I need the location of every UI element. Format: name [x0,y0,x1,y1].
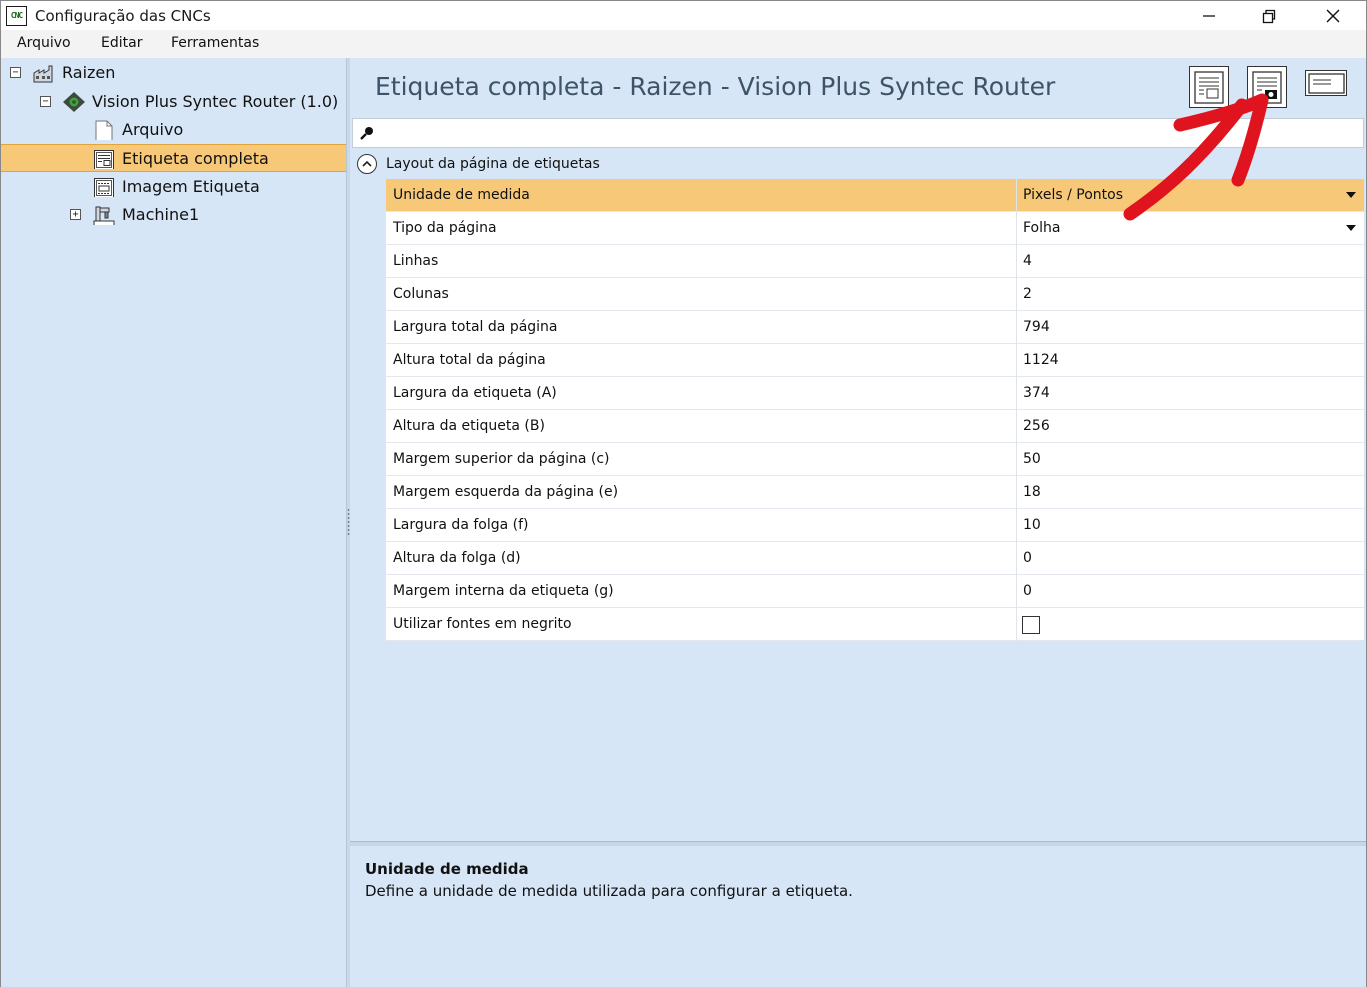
property-value-input[interactable]: 18 [1023,484,1041,500]
minimize-button[interactable] [1179,1,1239,31]
property-row[interactable]: Utilizar fontes em negrito [386,608,1364,641]
property-value-input[interactable]: 794 [1023,319,1050,335]
tree-item-label: Imagem Etiqueta [122,177,260,196]
property-search-bar[interactable] [352,118,1364,148]
category-label: Layout da página de etiquetas [386,156,600,172]
property-row[interactable]: Colunas 2 [386,278,1364,311]
tree-item-imagem-etiqueta[interactable]: Imagem Etiqueta [1,173,346,201]
property-name: Colunas [393,286,449,302]
property-value-input[interactable]: 2 [1023,286,1032,302]
description-panel: Unidade de medida Define a unidade de me… [350,846,1366,987]
single-label-button[interactable] [1305,70,1347,96]
grid-gutter [352,149,386,633]
property-value-select[interactable]: Pixels / Pontos [1023,187,1123,203]
property-row[interactable]: Unidade de medida Pixels / Pontos [386,179,1364,212]
property-name: Linhas [393,253,439,269]
expand-icon[interactable]: + [70,209,81,220]
property-value-input[interactable]: 256 [1023,418,1050,434]
app-icon: CNC [6,6,27,26]
property-name: Margem superior da página (c) [393,451,610,467]
property-value-input[interactable]: 50 [1023,451,1041,467]
label-image-icon [94,178,114,197]
label-image-capture-button[interactable] [1247,66,1287,108]
property-name: Unidade de medida [393,187,530,203]
tree-item-label: Raizen [62,63,116,82]
property-row[interactable]: Margem interna da etiqueta (g) 0 [386,575,1364,608]
tree-item-arquivo[interactable]: Arquivo [1,116,346,144]
config-tree: − Raizen − Vision Plus Syntec Router (1.… [0,58,347,987]
category-header[interactable]: Layout da página de etiquetas [352,149,1364,179]
window-title: Configuração das CNCs [35,7,211,25]
property-name: Tipo da página [393,220,497,236]
property-row[interactable]: Altura da folga (d) 0 [386,542,1364,575]
tree-item-label: Etiqueta completa [122,149,269,168]
property-value-input[interactable]: 10 [1023,517,1041,533]
property-value-input[interactable]: 0 [1023,550,1032,566]
document-icon [95,120,113,140]
property-name: Altura da folga (d) [393,550,521,566]
property-name: Largura da folga (f) [393,517,529,533]
tree-item-raizen[interactable]: − Raizen [1,59,346,87]
description-text: Define a unidade de medida utilizada par… [365,882,853,900]
close-icon [1326,9,1340,23]
property-row[interactable]: Linhas 4 [386,245,1364,278]
menu-arquivo[interactable]: Arquivo [17,35,71,51]
collapse-category-icon[interactable] [357,154,377,174]
label-image-capture-icon [1252,71,1282,104]
page-title: Etiqueta completa - Raizen - Vision Plus… [375,72,1056,101]
dropdown-arrow-icon[interactable] [1346,225,1356,231]
full-label-layout-button[interactable] [1189,66,1229,108]
collapse-icon[interactable]: − [40,96,51,107]
minimize-icon [1203,15,1215,17]
tree-item-label: Arquivo [122,120,184,139]
restore-icon [1262,9,1276,24]
factory-icon [33,65,53,83]
property-name: Largura total da página [393,319,558,335]
tree-item-label: Machine1 [122,205,200,224]
properties-panel: Etiqueta completa - Raizen - Vision Plus… [350,58,1367,987]
search-icon [360,127,373,140]
restore-button[interactable] [1239,1,1299,31]
property-row[interactable]: Altura total da página 1124 [386,344,1364,377]
property-row[interactable]: Margem superior da página (c) 50 [386,443,1364,476]
menu-ferramentas[interactable]: Ferramentas [171,35,259,51]
property-value-input[interactable]: 374 [1023,385,1050,401]
property-row[interactable]: Largura total da página 794 [386,311,1364,344]
property-row[interactable]: Altura da etiqueta (B) 256 [386,410,1364,443]
property-row[interactable]: Largura da etiqueta (A) 374 [386,377,1364,410]
close-button[interactable] [1303,1,1363,31]
tree-item-etiqueta-completa[interactable]: Etiqueta completa [1,144,346,172]
property-grid: Layout da página de etiquetas Unidade de… [352,149,1364,641]
property-row[interactable]: Margem esquerda da página (e) 18 [386,476,1364,509]
property-value-select[interactable]: Folha [1023,220,1060,236]
tree-item-label: Vision Plus Syntec Router (1.0) [92,92,339,111]
title-bar: CNC Configuração das CNCs [0,0,1367,30]
property-value-input[interactable]: 0 [1023,583,1032,599]
full-label-layout-icon [1194,71,1224,104]
property-name: Margem interna da etiqueta (g) [393,583,614,599]
tree-item-vision-plus[interactable]: − Vision Plus Syntec Router (1.0) [1,88,346,116]
dropdown-arrow-icon[interactable] [1346,192,1356,198]
property-name: Largura da etiqueta (A) [393,385,557,401]
property-name: Altura total da página [393,352,546,368]
property-value-input[interactable]: 1124 [1023,352,1059,368]
property-row[interactable]: Largura da folga (f) 10 [386,509,1364,542]
menu-editar[interactable]: Editar [101,35,142,51]
property-row[interactable]: Tipo da página Folha [386,212,1364,245]
collapse-icon[interactable]: − [10,67,21,78]
machine-icon [93,206,115,225]
label-page-icon [94,150,114,169]
description-title: Unidade de medida [365,860,529,878]
bold-font-checkbox[interactable] [1022,616,1040,634]
property-name: Margem esquerda da página (e) [393,484,619,500]
single-label-icon [1308,73,1345,94]
gear-diamond-icon [63,92,85,112]
property-value-input[interactable]: 4 [1023,253,1032,269]
tree-item-machine1[interactable]: + Machine1 [1,201,346,229]
property-name: Utilizar fontes em negrito [393,616,572,632]
menu-bar: Arquivo Editar Ferramentas [0,30,1367,58]
property-name: Altura da etiqueta (B) [393,418,545,434]
